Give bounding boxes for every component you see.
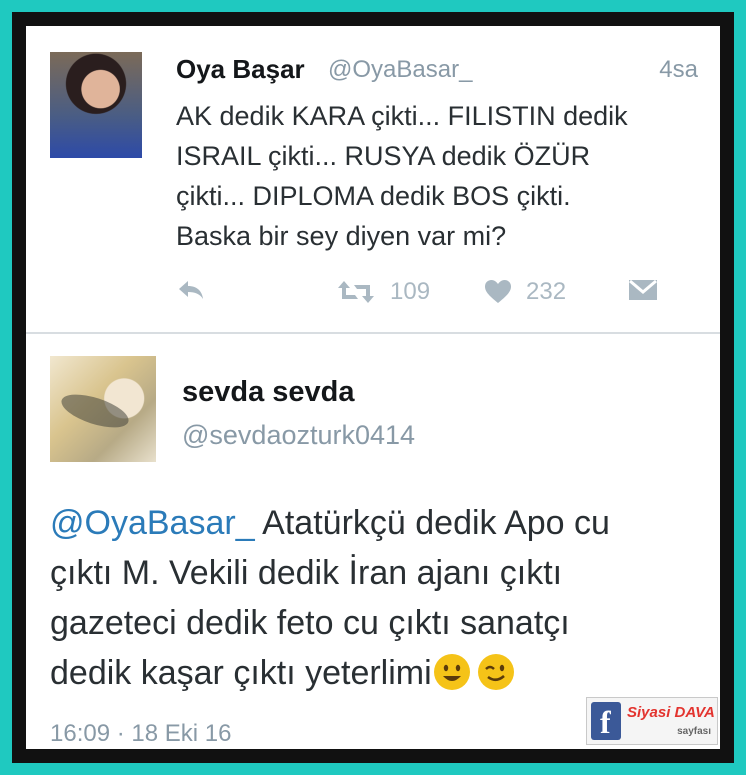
tweet-timestamp[interactable]: 16:09 · 18 Eki 16 — [50, 720, 231, 748]
sunglasses-shape — [57, 387, 133, 435]
heart-icon — [485, 280, 511, 303]
avatar[interactable] — [50, 356, 156, 462]
tweet-text-line: ISRAIL çikti... RUSYA dedik ÖZÜR — [176, 141, 591, 171]
watermark-title: Siyasi DAVA — [627, 704, 715, 721]
envelope-icon — [629, 279, 657, 300]
tweet-text-line: çikti... DIPLOMA dedik BOS çikti. — [176, 181, 571, 211]
tweet-text-line: AK dedik KARA çikti... FILISTIN dedik — [176, 101, 628, 131]
mention-link[interactable]: @OyaBasar_ — [50, 504, 255, 542]
direct-message-button[interactable] — [628, 278, 658, 302]
tweet-oya-basar[interactable]: Oya Başar @OyaBasar_ 4sa AK dedik KARA ç… — [26, 26, 720, 334]
watermark-logo: f Siyasi DAVA sayfası — [586, 697, 718, 745]
tweets-panel: Oya Başar @OyaBasar_ 4sa AK dedik KARA ç… — [26, 26, 720, 749]
author-handle[interactable]: @sevdaozturk0414 — [182, 420, 415, 451]
facebook-letter: f — [600, 704, 611, 740]
tweet-actions: 109 232 — [176, 278, 696, 314]
author-handle[interactable]: @OyaBasar_ — [328, 56, 472, 84]
like-count: 232 — [526, 278, 567, 305]
like-button[interactable]: 232 — [484, 278, 566, 306]
author-name[interactable]: sevda sevda — [182, 376, 355, 409]
tweet-text: @OyaBasar_ Atatürkçü dedik Apo cu çıktı … — [50, 498, 730, 698]
watermark-subtitle: sayfası — [677, 726, 711, 737]
tweet-text-segment: Atatürkçü dedik Apo cu — [254, 504, 610, 542]
winking-face-emoji-icon — [477, 654, 514, 690]
retweet-count: 109 — [390, 278, 431, 305]
reply-button[interactable] — [176, 278, 206, 302]
tweet-text-segment: dedik kaşar çıktı yeterlimi — [50, 654, 432, 692]
tweet-text-line: çıktı M. Vekili dedik İran ajanı çıktı — [50, 554, 563, 592]
reply-icon — [179, 281, 203, 299]
retweet-icon — [338, 281, 374, 303]
tweet-text-line: @OyaBasar_ Atatürkçü dedik Apo cu — [50, 498, 730, 548]
facebook-icon: f — [591, 702, 621, 740]
tweet-text: AK dedik KARA çikti... FILISTIN dedik IS… — [176, 96, 716, 256]
tweet-text-line: gazeteci dedik feto cu çıktı sanatçı — [50, 604, 570, 642]
smiling-face-emoji-icon — [433, 654, 470, 690]
tweet-text-line: dedik kaşar çıktı yeterlimi — [50, 648, 730, 698]
tweet-timestamp[interactable]: 4sa — [659, 56, 698, 84]
avatar[interactable] — [50, 52, 142, 158]
teal-frame: Oya Başar @OyaBasar_ 4sa AK dedik KARA ç… — [0, 0, 746, 775]
retweet-button[interactable]: 109 — [336, 278, 430, 306]
tweet-text-line: Baska bir sey diyen var mi? — [176, 221, 507, 251]
author-name[interactable]: Oya Başar — [176, 54, 305, 85]
